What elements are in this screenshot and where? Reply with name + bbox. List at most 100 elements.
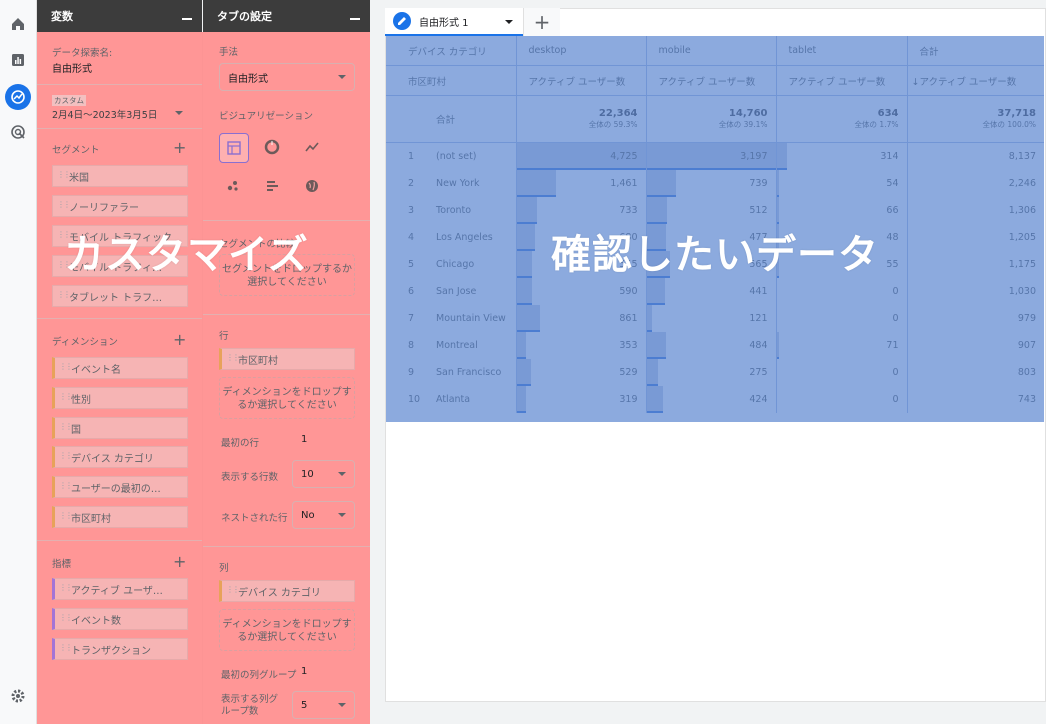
row-index: 3 [408,205,415,216]
add-tab-button[interactable]: + [523,8,560,36]
metric-header[interactable]: アクティブ ユーザー数 [646,65,777,96]
metric-header[interactable]: アクティブ ユーザー数 [776,65,908,96]
row-dimension-chip[interactable]: 市区町村 [219,348,355,370]
value-cell: 275 [646,359,777,386]
segment-chip[interactable]: ノーリファラー [52,195,188,217]
value-bar [776,170,780,197]
explore-icon[interactable] [5,84,31,110]
dimension-chip[interactable]: 性別 [52,387,188,409]
value-cell: 1,205 [907,224,1044,251]
nested-rows-select[interactable]: No [292,501,355,529]
value-text: 424 [749,394,768,405]
add-segment-icon[interactable]: + [173,140,186,156]
col-groups-shown-select[interactable]: 5 [292,691,355,719]
value-bar [646,359,659,386]
dimension-chip[interactable]: デバイス カテゴリ [52,446,188,468]
table-row[interactable]: 6 San Jose 590 441 0 1,030 [386,278,1044,305]
row-dimension-drop-zone[interactable]: ディメンションをドロップするか選択してください [219,377,355,419]
value-text: 1,461 [610,178,638,189]
column-dimension-drop-zone[interactable]: ディメンションをドロップするか選択してください [219,609,355,651]
rows-shown-select[interactable]: 10 [292,460,355,488]
bar-chart-icon[interactable] [258,172,286,200]
pencil-icon [393,12,411,30]
collapse-icon[interactable] [350,18,360,20]
globe-icon[interactable] [298,172,326,200]
metric-header[interactable]: アクティブ ユーザー数 [516,65,647,96]
dimension-chip[interactable]: ユーザーの最初の… [52,476,188,498]
chevron-down-icon[interactable] [175,111,183,115]
value-bar [646,170,677,197]
table-row[interactable]: 9 San Francisco 529 275 0 803 [386,359,1044,386]
value-cell: 0 [776,386,908,413]
add-dimension-icon[interactable]: + [173,332,186,348]
first-row-value[interactable]: 1 [301,434,307,445]
first-col-group-value[interactable]: 1 [301,666,307,677]
table-row[interactable]: 3 Toronto 733 512 66 1,306 [386,197,1044,224]
metric-header[interactable]: ↓アクティブ ユーザー数 [907,65,1044,96]
value-cell: 121 [646,305,777,332]
row-city: San Jose [436,286,477,297]
total-value: 22,364 [598,108,638,119]
dimension-chip[interactable]: 国 [52,417,188,439]
col-groups-shown-value: 5 [301,699,308,711]
advertising-icon[interactable] [8,122,28,142]
column-header[interactable]: 合計 [907,36,1044,66]
row-city: Atlanta [436,394,471,405]
date-range[interactable]: 2月4日～2023年3月5日 [52,107,157,121]
add-metric-icon[interactable]: + [173,554,186,570]
dimension-chip[interactable]: イベント名 [52,357,188,379]
chevron-down-icon[interactable] [505,20,513,24]
technique-select[interactable]: 自由形式 [219,63,355,91]
home-icon[interactable] [8,14,28,34]
exploration-name-value[interactable]: 自由形式 [52,60,92,75]
value-cell: 71 [776,332,908,359]
table-row[interactable]: 7 Mountain View 861 121 0 979 [386,305,1044,332]
value-cell: 512 [646,197,777,224]
value-cell: 907 [907,332,1044,359]
column-dimension-chip[interactable]: デバイス カテゴリ [219,580,355,602]
segment-chip[interactable]: 米国 [52,165,188,187]
total-cell: 22,364 全体の 59.3% [516,95,647,143]
column-header[interactable]: desktop [516,36,647,66]
row-city: Mountain View [436,313,506,324]
table-row[interactable]: 2 New York 1,461 739 54 2,246 [386,170,1044,197]
table-viz-icon[interactable] [219,133,249,163]
collapse-icon[interactable] [182,18,192,20]
scatter-chart-icon[interactable] [219,172,247,200]
metric-chip[interactable]: トランザクション [52,638,188,660]
dimension-chip[interactable]: 市区町村 [52,506,188,528]
metric-chip[interactable]: イベント数 [52,608,188,630]
value-cell: 0 [776,305,908,332]
columns-label: 列 [219,563,229,574]
tab-freeform-1[interactable]: 自由形式 1 [385,8,523,36]
value-cell: 66 [776,197,908,224]
table-row[interactable]: 10 Atlanta 319 424 0 743 [386,386,1044,413]
column-header[interactable]: mobile [646,36,777,66]
row-index: 2 [408,178,415,189]
value-bar [776,332,780,359]
value-text: 48 [886,232,899,243]
first-col-group-label: 最初の列グループ [221,670,297,681]
value-cell: 803 [907,359,1044,386]
value-bar [646,386,664,413]
row-label-cell: 6 San Jose [386,278,517,305]
value-text: 1,306 [1008,205,1036,216]
donut-chart-icon[interactable] [258,133,286,161]
metric-chip[interactable]: アクティブ ユーザ… [52,578,188,600]
reports-icon[interactable] [8,50,28,70]
table-row[interactable]: 8 Montreal 353 484 71 907 [386,332,1044,359]
column-header[interactable]: tablet [776,36,908,66]
segment-chip[interactable]: タブレット トラフ… [52,285,188,307]
dimensions-label: ディメンション [52,337,118,348]
value-text: 484 [749,340,768,351]
row-city: Toronto [436,205,472,216]
tab-settings-title: タブの設定 [217,10,272,23]
value-text: 441 [749,286,768,297]
line-chart-icon[interactable] [298,133,326,161]
table-row[interactable]: 1 (not set) 4,725 3,197 314 8,137 [386,142,1044,170]
tab-bar: 自由形式 1 + [385,8,560,36]
value-text: 353 [619,340,638,351]
settings-icon[interactable] [8,686,28,706]
row-label-cell: 7 Mountain View [386,305,517,332]
value-text: 8,137 [1008,151,1036,162]
